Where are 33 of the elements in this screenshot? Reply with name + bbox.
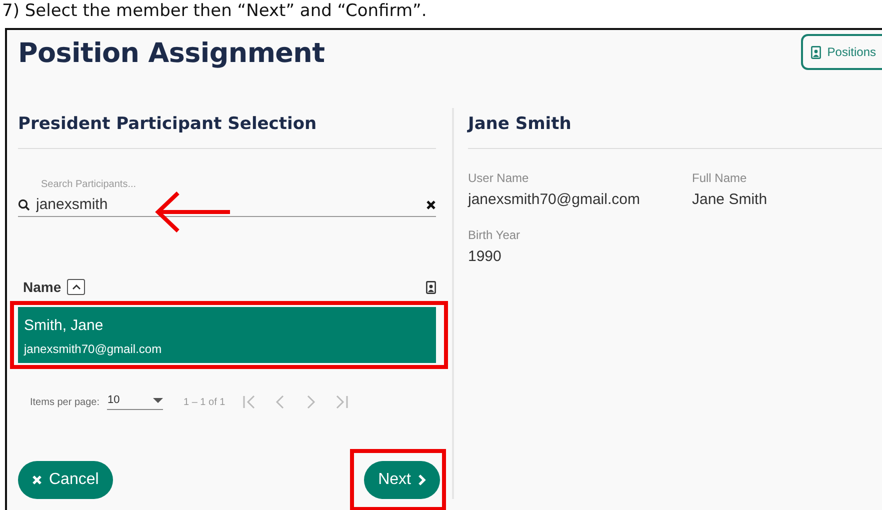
- chevron-right-icon: [418, 474, 426, 486]
- section-heading: President Participant Selection: [18, 108, 436, 149]
- caption-text: 7) Select the member then “Next” and “Confirm”.: [1, 0, 428, 22]
- page-title: Position Assignment: [18, 38, 325, 69]
- sort-button[interactable]: [67, 279, 86, 295]
- column-header: Name: [23, 279, 62, 295]
- field-value: janexsmith70@gmail.com: [468, 191, 641, 208]
- participant-name: Smith, Jane: [24, 317, 104, 334]
- items-per-page-label: Items per page:: [30, 396, 100, 408]
- field-label: User Name: [468, 171, 530, 185]
- field-label: Birth Year: [468, 228, 522, 242]
- cancel-button[interactable]: Cancel: [18, 461, 113, 499]
- positions-button[interactable]: Positions: [801, 34, 882, 70]
- participant-row[interactable]: Smith, Jane janexsmith70@gmail.com: [18, 307, 436, 363]
- field-label: Full Name: [692, 171, 748, 185]
- section-heading: Jane Smith: [468, 108, 882, 149]
- search-icon: [18, 198, 30, 210]
- next-button[interactable]: Next: [364, 461, 440, 499]
- page-size-select[interactable]: 10: [107, 394, 164, 410]
- field-value: Jane Smith: [692, 191, 768, 208]
- badge-icon: [426, 280, 436, 294]
- last-page-button[interactable]: [335, 394, 350, 410]
- first-page-button[interactable]: [242, 394, 256, 410]
- search-label: Search Participants...: [41, 179, 138, 190]
- clear-icon: [426, 200, 436, 210]
- dropdown-icon: [153, 398, 164, 402]
- field-value: 1990: [468, 248, 502, 265]
- close-icon: [32, 475, 42, 485]
- page-range: 1 – 1 of 1: [183, 396, 226, 408]
- participant-email: janexsmith70@gmail.com: [24, 342, 163, 356]
- badge-icon: [811, 46, 822, 58]
- chevron-up-icon: [72, 284, 81, 290]
- search-field[interactable]: janexsmith: [36, 196, 420, 213]
